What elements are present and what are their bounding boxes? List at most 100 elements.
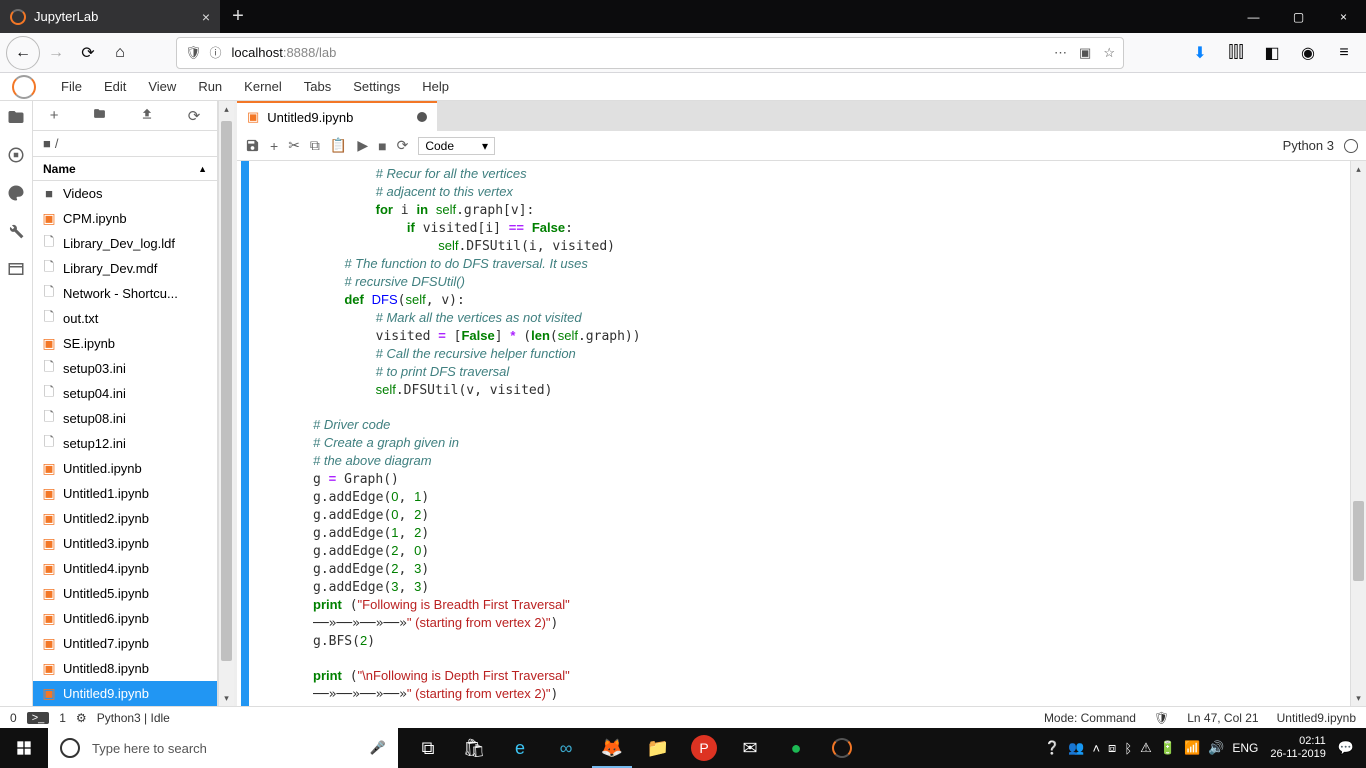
chevron-up-icon[interactable]: ˄: [1092, 741, 1100, 756]
more-icon[interactable]: ⋯: [1054, 45, 1067, 61]
menu-settings[interactable]: Settings: [342, 75, 411, 98]
col-header-name[interactable]: Name▲: [33, 157, 217, 181]
file-item[interactable]: ■Videos: [33, 181, 217, 206]
security-icon[interactable]: ⚠: [1140, 740, 1152, 756]
firefox-icon[interactable]: 🦊: [590, 728, 634, 768]
browser-tab-jupyter[interactable]: JupyterLab ×: [0, 0, 220, 33]
notebook-content[interactable]: # Recur for all the vertices # adjacent …: [237, 161, 1366, 706]
shield-status-icon[interactable]: 🛡: [1154, 711, 1169, 725]
library-icon[interactable]: ⫿⫿⫿: [1220, 37, 1252, 69]
kernels-count[interactable]: 1: [59, 711, 66, 725]
mail-icon[interactable]: ✉: [728, 728, 772, 768]
refresh-button[interactable]: ⟳: [188, 107, 201, 125]
mic-icon[interactable]: 🎤: [370, 740, 386, 756]
copy-button[interactable]: ⧉: [310, 137, 320, 154]
edge-icon[interactable]: e: [498, 728, 542, 768]
file-item[interactable]: ▣CPM.ipynb: [33, 206, 217, 231]
close-icon[interactable]: ×: [202, 9, 210, 25]
vscode-icon[interactable]: ∞: [544, 728, 588, 768]
terminal-icon[interactable]: >_: [27, 712, 50, 724]
cell-type-select[interactable]: Code▾: [418, 137, 495, 155]
file-browser-icon[interactable]: [6, 107, 26, 127]
file-item[interactable]: ▣Untitled7.ipynb: [33, 631, 217, 656]
terminals-count[interactable]: 0: [10, 711, 17, 725]
paste-button[interactable]: 📋: [330, 137, 347, 154]
file-item[interactable]: ▣Untitled9.ipynb: [33, 681, 217, 706]
nav-back[interactable]: ←: [6, 36, 40, 70]
gear-icon[interactable]: ⚙: [76, 711, 87, 725]
menu-help[interactable]: Help: [411, 75, 460, 98]
code-cell[interactable]: # Recur for all the vertices # adjacent …: [313, 161, 1350, 706]
window-minimize[interactable]: —: [1231, 0, 1276, 33]
stop-button[interactable]: ■: [378, 138, 386, 154]
file-item[interactable]: 🗋out.txt: [33, 306, 217, 331]
file-item[interactable]: 🗋Library_Dev.mdf: [33, 256, 217, 281]
scroll-up-icon[interactable]: ▴: [1351, 161, 1366, 177]
kernel-name[interactable]: Python 3: [1283, 138, 1334, 153]
scroll-down-icon[interactable]: ▾: [1351, 690, 1366, 706]
menu-kernel[interactable]: Kernel: [233, 75, 293, 98]
running-icon[interactable]: [6, 145, 26, 165]
scroll-down-icon[interactable]: ▾: [219, 690, 234, 706]
file-item[interactable]: 🗋setup08.ini: [33, 406, 217, 431]
wrench-icon[interactable]: [6, 221, 26, 241]
menu-edit[interactable]: Edit: [93, 75, 137, 98]
new-tab-button[interactable]: +: [220, 0, 256, 33]
file-item[interactable]: 🗋Library_Dev_log.ldf: [33, 231, 217, 256]
scroll-up-icon[interactable]: ▴: [219, 101, 234, 117]
cut-button[interactable]: ✂: [288, 137, 300, 154]
bluetooth-icon[interactable]: ᛒ: [1124, 741, 1132, 756]
file-item[interactable]: ▣SE.ipynb: [33, 331, 217, 356]
window-maximize[interactable]: ▢: [1276, 0, 1321, 33]
scroll-thumb[interactable]: [221, 121, 232, 661]
jupyter-taskbar-icon[interactable]: [820, 728, 864, 768]
cell-collapse-bar[interactable]: [241, 161, 249, 706]
menu-run[interactable]: Run: [187, 75, 233, 98]
save-button[interactable]: [245, 138, 260, 153]
notebook-scrollbar[interactable]: ▴ ▾: [1350, 161, 1366, 706]
new-folder-button[interactable]: [92, 107, 107, 124]
search-bar[interactable]: Type here to search 🎤: [48, 728, 398, 768]
menu-file[interactable]: File: [50, 75, 93, 98]
file-item[interactable]: ▣Untitled8.ipynb: [33, 656, 217, 681]
volume-icon[interactable]: 🔊: [1208, 740, 1224, 756]
people-icon[interactable]: 👥: [1068, 740, 1084, 756]
file-item[interactable]: ▣Untitled4.ipynb: [33, 556, 217, 581]
bookmark-icon[interactable]: ☆: [1103, 45, 1115, 61]
notebook-tab[interactable]: ▣ Untitled9.ipynb: [237, 101, 437, 131]
downloads-icon[interactable]: ⬇: [1184, 37, 1216, 69]
file-item[interactable]: 🗋setup12.ini: [33, 431, 217, 456]
file-item[interactable]: ▣Untitled3.ipynb: [33, 531, 217, 556]
window-close[interactable]: ×: [1321, 0, 1366, 33]
nav-home[interactable]: ⌂: [104, 37, 136, 69]
start-button[interactable]: [0, 728, 48, 768]
store-icon[interactable]: 🛍: [452, 728, 496, 768]
reader-icon[interactable]: ▣: [1079, 45, 1091, 61]
restart-button[interactable]: ⟳: [397, 137, 409, 154]
nav-reload[interactable]: ⟳: [72, 37, 104, 69]
menu-view[interactable]: View: [137, 75, 187, 98]
account-icon[interactable]: ◉: [1292, 37, 1324, 69]
file-item[interactable]: 🗋Network - Shortcu...: [33, 281, 217, 306]
clock[interactable]: 02:11 26-11-2019: [1266, 735, 1329, 761]
url-bar[interactable]: 🛡 ⓘ localhost:8888/lab ⋯ ▣ ☆: [176, 37, 1124, 69]
sidebar-icon[interactable]: ◧: [1256, 37, 1288, 69]
file-scrollbar[interactable]: ▴ ▾: [218, 101, 234, 706]
notifications-icon[interactable]: 💬: [1338, 740, 1354, 756]
spotify-icon[interactable]: ●: [774, 728, 818, 768]
file-item[interactable]: ▣Untitled6.ipynb: [33, 606, 217, 631]
site-info-icon[interactable]: ⓘ: [210, 44, 222, 61]
explorer-icon[interactable]: 📁: [636, 728, 680, 768]
palette-icon[interactable]: [6, 183, 26, 203]
battery-icon[interactable]: 🔋: [1160, 740, 1176, 756]
file-item[interactable]: 🗋setup04.ini: [33, 381, 217, 406]
tabs-icon[interactable]: [6, 259, 26, 279]
menu-tabs[interactable]: Tabs: [293, 75, 342, 98]
upload-button[interactable]: [140, 107, 154, 125]
kernel-status[interactable]: Python3 | Idle: [97, 711, 170, 725]
shield-icon[interactable]: 🛡: [185, 45, 202, 61]
task-view-icon[interactable]: ⧉: [406, 728, 450, 768]
help-tray-icon[interactable]: ❔: [1044, 740, 1060, 756]
file-item[interactable]: ▣Untitled5.ipynb: [33, 581, 217, 606]
kernel-status-icon[interactable]: [1344, 139, 1358, 153]
